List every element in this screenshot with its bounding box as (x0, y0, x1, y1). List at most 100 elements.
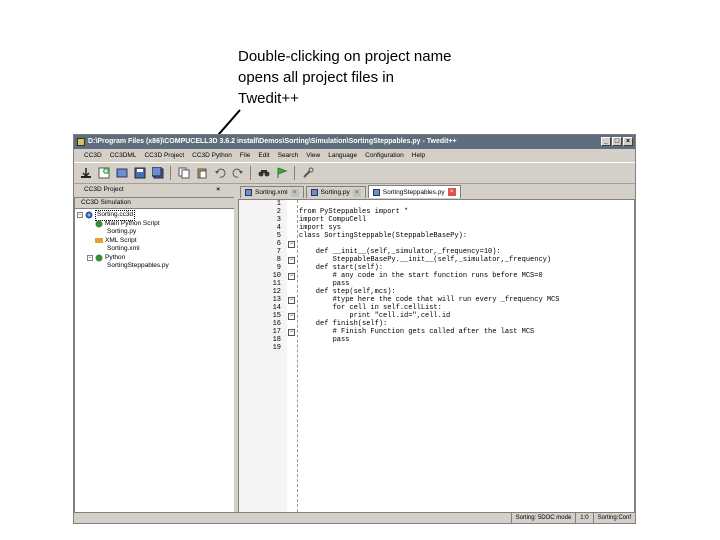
line-number-gutter: 1 2 3 4 5 6 7 8 9 10 11 12 13 14 15 16 17 18 19 (239, 200, 287, 512)
menu-edit[interactable]: Edit (254, 152, 273, 159)
redo-icon[interactable] (230, 166, 245, 181)
line-number: 14 (272, 304, 281, 312)
code-line: pass (299, 336, 350, 344)
tab-label: Sorting.py (320, 189, 350, 196)
open-icon[interactable] (114, 166, 129, 181)
code-line: for cell in self.cellList: (299, 304, 442, 312)
file-icon (372, 188, 380, 196)
project-icon (85, 211, 93, 219)
fold-collapse-icon[interactable]: − (288, 241, 295, 248)
toolbar-separator (170, 166, 171, 180)
paste-icon[interactable] (194, 166, 209, 181)
tab-close-icon[interactable]: × (447, 188, 456, 196)
tab-close-icon[interactable]: × (352, 188, 361, 197)
toolbar (74, 162, 635, 184)
status-config: Sorting:Conf (592, 513, 635, 523)
code-line: # any code in the start function runs be… (299, 272, 543, 280)
caption-line-2: opens all project files in (238, 69, 394, 86)
status-mode: Sorting: 5DOC mode (510, 513, 576, 523)
menu-help[interactable]: Help (408, 152, 429, 159)
tree-item-main-python-script[interactable]: Main Python Script (75, 220, 234, 229)
tree-header: CC3D Simulation (75, 198, 234, 209)
fold-collapse-icon[interactable]: − (288, 297, 295, 304)
file-icon (245, 189, 252, 196)
tree-item-label: XML Script (105, 236, 137, 244)
python-icon (95, 220, 103, 228)
settings-icon[interactable] (300, 166, 315, 181)
menu-cc3d[interactable]: CC3D (80, 152, 106, 159)
new-file-icon[interactable] (78, 166, 93, 181)
close-button[interactable]: × (623, 137, 633, 146)
project-panel-title: CC3D Project (84, 186, 124, 193)
line-number: 13 (272, 296, 281, 304)
fold-collapse-icon[interactable]: − (288, 313, 295, 320)
line-number: 9 (276, 264, 281, 272)
menu-configuration[interactable]: Configuration (361, 152, 408, 159)
menu-view[interactable]: View (302, 152, 324, 159)
tree-item-label: Python (105, 253, 126, 261)
menu-cc3d-python[interactable]: CC3D Python (188, 152, 236, 159)
line-number: 8 (276, 256, 281, 264)
save-icon[interactable] (132, 166, 147, 181)
code-line: def finish(self): (299, 320, 388, 328)
minimize-button[interactable]: _ (601, 137, 611, 146)
menu-cc3d-project[interactable]: CC3D Project (140, 152, 188, 159)
menu-cc3dml[interactable]: CC3DML (106, 152, 141, 159)
line-number: 16 (272, 320, 281, 328)
line-number: 11 (272, 280, 281, 288)
tab-sorting-xml[interactable]: Sorting.xml × (240, 186, 304, 198)
fold-margin: − − − − − − (287, 200, 298, 512)
project-panel: CC3D Project × CC3D Simulation − Sorting… (74, 185, 234, 513)
tab-sorting-py[interactable]: Sorting.py × (305, 186, 366, 198)
toolbar-separator (250, 166, 251, 180)
find-icon[interactable] (256, 166, 271, 181)
code-line: def __init__(self,_simulator,_frequency=… (299, 248, 501, 256)
run-icon[interactable] (274, 166, 289, 181)
tree-item-sorting-py[interactable]: Sorting.py (75, 228, 234, 237)
line-number: 5 (276, 232, 281, 240)
save-all-icon[interactable] (150, 166, 165, 181)
tree-item-project[interactable]: − Sorting.cc3d (75, 210, 234, 221)
tree-item-sorting-xml[interactable]: Sorting.xml (75, 245, 234, 254)
tree-item-sorting-steppables-py[interactable]: SortingSteppables.py (75, 262, 234, 271)
undo-icon[interactable] (212, 166, 227, 181)
annotation-caption: Double-clicking on project name opens al… (238, 46, 498, 109)
fold-collapse-icon[interactable]: − (288, 273, 295, 280)
line-number: 6 (276, 240, 281, 248)
line-number: 1 (276, 200, 281, 208)
add-icon[interactable] (96, 166, 111, 181)
menu-file[interactable]: File (236, 152, 254, 159)
line-number: 18 (272, 336, 281, 344)
code-line: pass (299, 280, 350, 288)
line-number: 4 (276, 224, 281, 232)
project-tree-area: CC3D Simulation − Sorting.cc3d Main Pyth… (74, 197, 234, 513)
tree-item-python[interactable]: − Python (75, 254, 234, 263)
code-text: from PySteppables import * import CompuCe… (299, 200, 634, 352)
project-tree: − Sorting.cc3d Main Python Script Sortin… (75, 209, 234, 271)
collapse-icon[interactable]: − (77, 212, 83, 219)
maximize-button[interactable]: □ (612, 137, 622, 146)
caption-line-3: Twedit++ (238, 90, 299, 107)
tab-label: SortingSteppables.py (382, 188, 445, 196)
fold-collapse-icon[interactable]: − (288, 329, 295, 336)
tab-sorting-steppables-py[interactable]: SortingSteppables.py × (367, 185, 461, 198)
tree-item-xml-script[interactable]: XML Script (75, 237, 234, 246)
tab-close-icon[interactable]: × (290, 188, 299, 197)
fold-collapse-icon[interactable]: − (288, 257, 295, 264)
collapse-icon[interactable]: − (87, 254, 93, 261)
panel-close-icon[interactable]: × (216, 185, 220, 195)
code-line: print "cell.id=",cell.id (299, 312, 451, 320)
tree-item-label: Sorting.py (107, 228, 137, 235)
code-editor[interactable]: 1 2 3 4 5 6 7 8 9 10 11 12 13 14 15 16 17 18 19 − − − − − … (238, 199, 635, 513)
menu-language[interactable]: Language (324, 152, 361, 159)
code-line: def step(self,mcs): (299, 288, 396, 296)
status-bar: Sorting: 5DOC mode 1:0 Sorting:Conf (74, 512, 635, 523)
copy-icon[interactable] (176, 166, 191, 181)
twedit-window: D:\Program Files (x86)\COMPUCELL3D 3.6.2… (73, 134, 636, 524)
status-position: 1:0 (575, 513, 592, 523)
menu-search[interactable]: Search (274, 152, 303, 159)
line-number: 19 (272, 344, 281, 352)
